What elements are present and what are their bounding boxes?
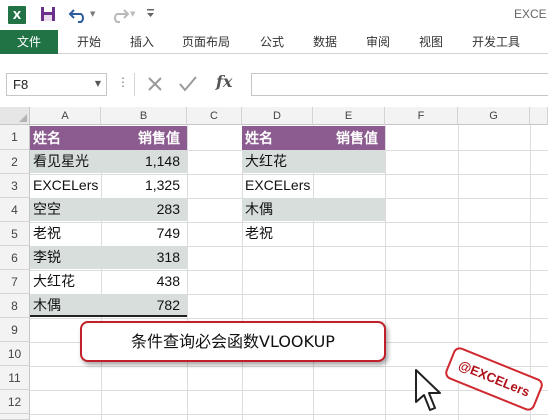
column-header-h[interactable] bbox=[530, 107, 548, 125]
row-header-7[interactable]: 7 bbox=[0, 270, 30, 294]
table1-cell-name[interactable]: 老祝 bbox=[30, 222, 101, 245]
column-header-f[interactable]: F bbox=[385, 107, 458, 125]
customize-quick-access-icon[interactable] bbox=[146, 8, 155, 18]
tab-insert[interactable]: 插入 bbox=[130, 30, 154, 54]
table1-cell-sales[interactable]: 438 bbox=[101, 270, 187, 293]
table2-header-sales[interactable]: 销售值 bbox=[313, 126, 385, 150]
table2-cell-name[interactable]: 大红花 bbox=[242, 150, 313, 173]
redo-dropdown-icon[interactable]: ▼ bbox=[130, 10, 135, 18]
row-header-1[interactable]: 1 bbox=[0, 125, 30, 150]
table2-cell-name[interactable]: 老祝 bbox=[242, 222, 313, 245]
tab-data[interactable]: 数据 bbox=[313, 30, 337, 54]
row-header-11[interactable]: 11 bbox=[0, 366, 30, 390]
tab-formulas[interactable]: 公式 bbox=[260, 30, 284, 54]
column-header-c[interactable]: C bbox=[187, 107, 242, 125]
gridline bbox=[187, 125, 188, 420]
undo-icon[interactable] bbox=[68, 6, 90, 24]
table1-cell-name[interactable]: 大红花 bbox=[30, 270, 101, 293]
table1-cell-name[interactable]: 木偶 bbox=[30, 294, 101, 317]
name-box-value: F8 bbox=[13, 77, 29, 92]
column-header-b[interactable]: B bbox=[101, 107, 187, 125]
tab-file[interactable]: 文件 bbox=[0, 30, 58, 54]
table1-cell-sales[interactable]: 1,148 bbox=[101, 150, 187, 173]
row-header-8[interactable]: 8 bbox=[0, 294, 30, 318]
formula-bar: F8 ▼ ⋮ fx bbox=[0, 55, 548, 105]
row-header-12[interactable]: 12 bbox=[0, 390, 30, 414]
table1-cell-sales[interactable]: 318 bbox=[101, 246, 187, 269]
tab-page-layout[interactable]: 页面布局 bbox=[182, 30, 230, 54]
cancel-icon[interactable] bbox=[146, 75, 164, 93]
name-box[interactable]: F8 ▼ bbox=[6, 73, 107, 96]
column-header-d[interactable]: D bbox=[242, 107, 313, 125]
row-header-9[interactable]: 9 bbox=[0, 318, 30, 342]
table1-cell-name[interactable]: EXCELers bbox=[30, 174, 101, 197]
gridline bbox=[30, 318, 548, 319]
table1-cell-name[interactable]: 李锐 bbox=[30, 246, 101, 269]
vertical-dots-icon[interactable]: ⋮ bbox=[117, 75, 129, 89]
table1-header-sales[interactable]: 销售值 bbox=[101, 126, 187, 150]
column-header-g[interactable]: G bbox=[458, 107, 530, 125]
divider bbox=[134, 73, 135, 96]
table1-cell-name[interactable]: 空空 bbox=[30, 198, 101, 221]
column-header-a[interactable]: A bbox=[30, 107, 101, 125]
redo-icon[interactable] bbox=[108, 6, 130, 24]
table2-cell-sales[interactable] bbox=[313, 150, 385, 173]
row-header-2[interactable]: 2 bbox=[0, 150, 30, 174]
table1-cell-sales[interactable]: 283 bbox=[101, 198, 187, 221]
table2-cell-name[interactable]: EXCELers bbox=[242, 174, 313, 197]
table1-header-name[interactable]: 姓名 bbox=[30, 126, 101, 150]
excel-logo-icon: X bbox=[8, 6, 26, 24]
select-all-button[interactable] bbox=[0, 107, 30, 125]
mouse-pointer-icon bbox=[414, 368, 444, 414]
chevron-down-icon[interactable]: ▼ bbox=[95, 79, 101, 88]
row-header-4[interactable]: 4 bbox=[0, 198, 30, 222]
gridline bbox=[385, 125, 386, 420]
undo-dropdown-icon[interactable]: ▼ bbox=[90, 10, 95, 18]
row-header-5[interactable]: 5 bbox=[0, 222, 30, 246]
table1-cell-sales[interactable]: 1,325 bbox=[101, 174, 187, 197]
table2-cell-sales[interactable] bbox=[313, 198, 385, 221]
tab-home[interactable]: 开始 bbox=[77, 30, 101, 54]
table1-cell-sales[interactable]: 749 bbox=[101, 222, 187, 245]
window-title: EXCE bbox=[514, 7, 547, 21]
table2-cell-name[interactable]: 木偶 bbox=[242, 198, 313, 221]
gridline bbox=[30, 414, 548, 415]
row-header-10[interactable]: 10 bbox=[0, 342, 30, 366]
title-bar: X ▼ ▼ EXCE bbox=[0, 0, 548, 30]
ribbon-tabs: 文件 开始 插入 页面布局 公式 数据 审阅 视图 开发工具 bbox=[0, 30, 548, 54]
table1-cell-sales[interactable]: 782 bbox=[101, 294, 187, 317]
row-header-3[interactable]: 3 bbox=[0, 174, 30, 198]
row-header-13[interactable] bbox=[0, 414, 30, 420]
save-icon[interactable] bbox=[40, 6, 56, 22]
callout-banner: 条件查询必会函数VLOOKUP bbox=[80, 321, 386, 362]
row-header-6[interactable]: 6 bbox=[0, 246, 30, 270]
tab-review[interactable]: 审阅 bbox=[366, 30, 390, 54]
table1-cell-name[interactable]: 看见星光 bbox=[30, 150, 101, 173]
tab-view[interactable]: 视图 bbox=[419, 30, 443, 54]
gridline bbox=[30, 390, 548, 391]
column-header-e[interactable]: E bbox=[313, 107, 385, 125]
formula-input[interactable] bbox=[251, 73, 548, 96]
check-icon[interactable] bbox=[178, 75, 198, 93]
table2-header-name[interactable]: 姓名 bbox=[242, 126, 313, 150]
insert-function-icon[interactable]: fx bbox=[216, 72, 232, 91]
tab-developer[interactable]: 开发工具 bbox=[472, 30, 520, 54]
